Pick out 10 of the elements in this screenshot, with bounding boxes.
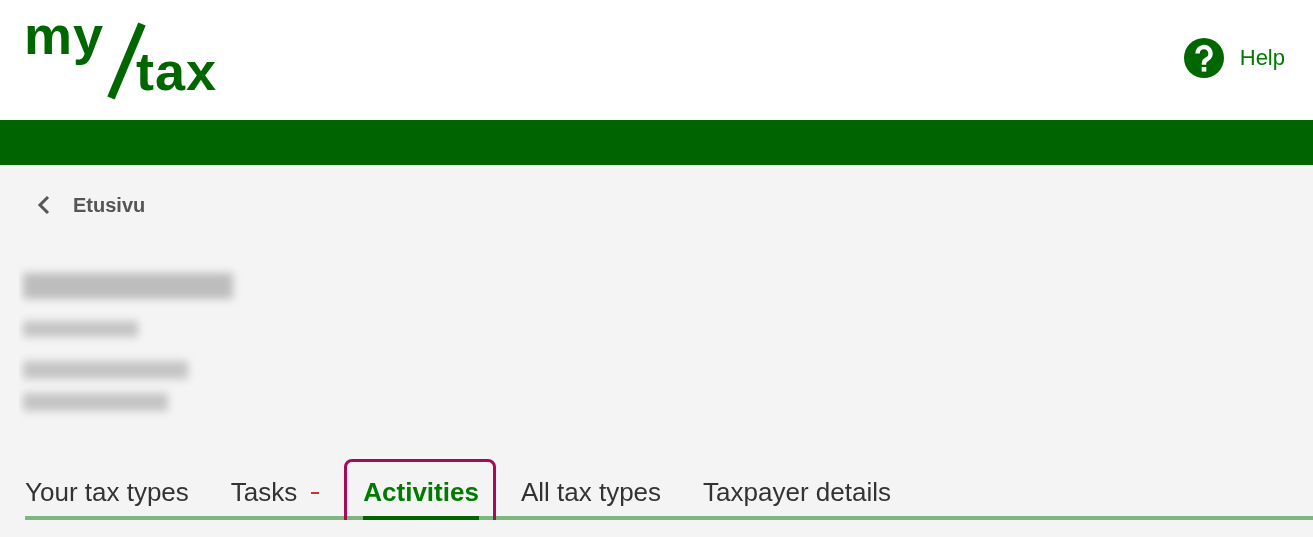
- help-icon: [1183, 38, 1224, 78]
- help-link[interactable]: Help: [1183, 38, 1285, 78]
- chevron-left-icon: [37, 195, 51, 215]
- tab[interactable]: Taxpayer details: [703, 471, 891, 516]
- mytax-logo[interactable]: my tax: [24, 14, 256, 98]
- tab[interactable]: Your tax types: [25, 471, 189, 516]
- tab[interactable]: Tasks: [230, 471, 320, 516]
- tab[interactable]: All tax types: [520, 471, 662, 516]
- back-link[interactable]: Etusivu: [37, 193, 146, 217]
- logo-text: tax: [136, 44, 218, 98]
